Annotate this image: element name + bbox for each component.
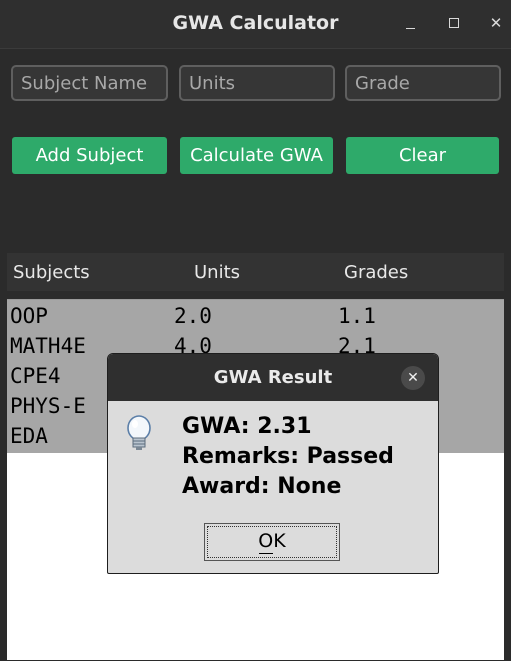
dialog-title-bar: GWA Result ✕ [108,354,438,401]
cell-grade: 1.1 [338,304,376,328]
dialog-title: GWA Result [213,367,333,388]
cell-subject: EDA [10,424,48,448]
cell-subject: MATH4E [10,334,86,358]
gwa-result-dialog: GWA Result ✕ GWA: 2.31 Remarks: Passed A… [107,353,439,574]
lightbulb-icon [124,414,154,458]
maximize-icon[interactable] [443,12,465,34]
units-input[interactable] [179,65,335,101]
header-units: Units [194,262,241,283]
minimize-icon[interactable] [399,12,421,34]
table-row[interactable]: OOP 2.0 1.1 [7,302,504,332]
ok-label: OK [258,530,286,552]
gwa-value-text: GWA: 2.31 [182,414,312,439]
cell-subject: OOP [10,304,48,328]
header-subjects: Subjects [13,262,90,283]
remarks-text: Remarks: Passed [182,444,394,469]
clear-button[interactable]: Clear [346,137,499,174]
window-title: GWA Calculator [172,12,339,34]
calculate-gwa-button[interactable]: Calculate GWA [180,137,333,174]
close-icon[interactable]: ✕ [485,12,507,34]
title-bar: GWA Calculator ✕ [0,0,511,49]
award-text: Award: None [182,474,342,499]
ok-button[interactable]: OK [204,523,340,561]
header-grades: Grades [344,262,409,283]
table-header: Subjects Units Grades [7,253,504,291]
cell-subject: CPE4 [10,364,61,388]
cell-units: 2.0 [174,304,212,328]
add-subject-button[interactable]: Add Subject [12,137,167,174]
cell-subject: PHYS-E [10,394,86,418]
subject-name-input[interactable] [11,65,168,101]
mnemonic-underline [259,553,273,554]
grade-input[interactable] [345,65,501,101]
dialog-close-icon[interactable]: ✕ [401,366,425,390]
